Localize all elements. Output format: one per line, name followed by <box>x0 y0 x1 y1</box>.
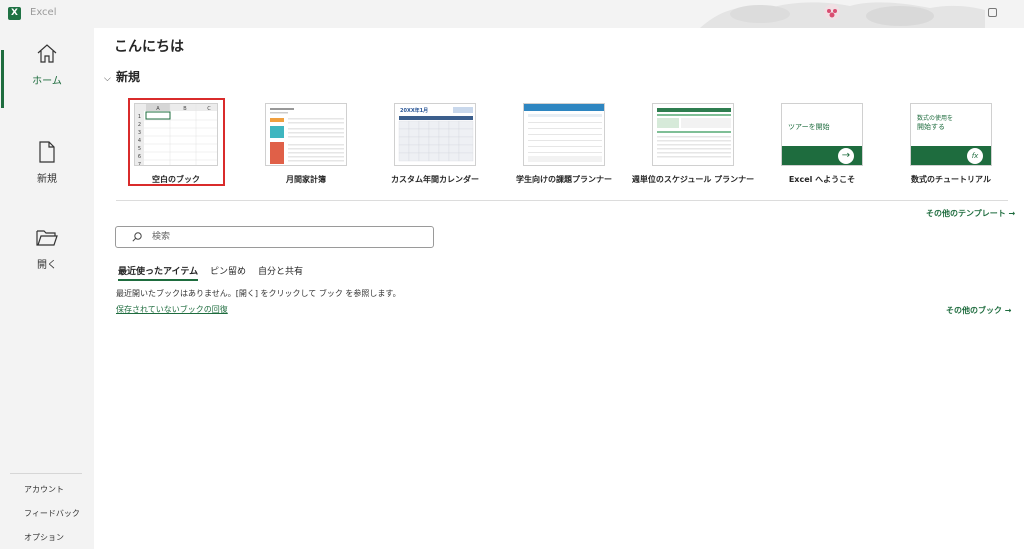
feedback-link[interactable]: フィードバック <box>24 508 80 519</box>
template-thumbnail: 数式の使用を 開始する fx <box>910 103 992 166</box>
template-label: 数式のチュートリアル <box>911 175 991 184</box>
template-thumbnail: ツアーを開始 → <box>781 103 863 166</box>
template-student-planner[interactable]: 学生向けの課題プランナー <box>502 100 612 190</box>
empty-recent-message: 最近開いたブックはありません。[開く] をクリックして ブック を参照します。 <box>116 289 401 298</box>
restore-window-button[interactable] <box>988 8 997 17</box>
template-thumbnail <box>265 103 347 166</box>
row-header: 3 <box>138 130 141 136</box>
template-thumbnail: 20XX年1月 <box>394 103 476 166</box>
sidebar-item-new[interactable]: 新規 <box>0 140 94 210</box>
template-thumbnail <box>652 103 734 166</box>
sidebar-item-open[interactable]: 開く <box>0 226 94 296</box>
section-title: 新規 <box>116 70 141 84</box>
template-label: 週単位のスケジュール プランナー <box>631 175 755 184</box>
search-icon <box>132 232 142 242</box>
home-icon <box>37 44 57 63</box>
template-monthly-budget[interactable]: 月間家計簿 <box>244 100 354 190</box>
template-label: 学生向けの課題プランナー <box>516 175 612 184</box>
search-box[interactable] <box>115 226 434 248</box>
options-link[interactable]: オプション <box>24 532 64 543</box>
sidebar: ホーム 新規 開く アカウント フィードバック オプション <box>0 28 94 549</box>
template-formula-tutorial[interactable]: 数式の使用を 開始する fx 数式のチュートリアル <box>889 100 999 190</box>
open-folder-icon <box>36 230 58 246</box>
tour-thumb-text: ツアーを開始 <box>788 123 830 131</box>
title-bar-artwork <box>700 2 985 28</box>
excel-logo-icon: X <box>8 7 21 20</box>
sidebar-item-label: 新規 <box>37 174 57 185</box>
col-header-b: B <box>183 106 187 112</box>
sidebar-divider <box>10 473 82 474</box>
main-content: こんにちは ⌵ 新規 A B C 1 2 3 4 5 6 7 空白のブック 月間家計簿 20… <box>94 28 1024 549</box>
calendar-thumb-title: 20XX年1月 <box>400 107 428 114</box>
tab-shared-with-me[interactable]: 自分と共有 <box>258 264 303 277</box>
row-header: 7 <box>138 162 141 166</box>
sidebar-item-label: ホーム <box>32 76 62 87</box>
new-section-header[interactable]: ⌵ 新規 <box>104 68 140 85</box>
more-books-link[interactable]: その他のブック → <box>946 305 1012 316</box>
template-welcome-to-excel[interactable]: ツアーを開始 → Excel へようこそ <box>760 100 870 190</box>
title-bar: X Excel <box>0 0 1024 28</box>
account-link[interactable]: アカウント <box>24 484 64 495</box>
formula-thumb-text-1: 数式の使用を <box>917 115 954 122</box>
new-document-icon <box>39 141 55 163</box>
template-label: 月間家計簿 <box>286 175 326 184</box>
function-icon: fx <box>967 148 983 164</box>
more-templates-link[interactable]: その他のテンプレート → <box>926 208 1015 219</box>
col-header-a: A <box>156 106 160 112</box>
section-divider <box>116 200 1008 201</box>
template-thumbnail: A B C 1 2 3 4 5 6 7 <box>134 103 218 166</box>
arrow-right-icon: → <box>838 148 854 164</box>
template-weekly-schedule[interactable]: 週単位のスケジュール プランナー <box>631 100 754 190</box>
recover-unsaved-link[interactable]: 保存されていないブックの回復 <box>116 304 228 315</box>
row-header: 6 <box>138 154 141 160</box>
formula-thumb-text-2: 開始する <box>917 123 945 131</box>
col-header-c: C <box>207 106 211 112</box>
app-title: Excel <box>30 7 57 18</box>
row-header: 2 <box>138 122 141 128</box>
template-custom-calendar[interactable]: 20XX年1月 カスタム年間カレンダー <box>373 100 483 190</box>
tab-pinned[interactable]: ピン留め <box>210 264 246 277</box>
chevron-down-icon: ⌵ <box>104 74 111 84</box>
sidebar-item-label: 開く <box>37 260 57 271</box>
template-blank-workbook[interactable]: A B C 1 2 3 4 5 6 7 空白のブック <box>108 98 225 190</box>
sidebar-item-home[interactable]: ホーム <box>0 42 94 112</box>
blank-grid-preview: A B C 1 2 3 4 5 6 7 <box>135 104 217 166</box>
template-label: カスタム年間カレンダー <box>391 175 479 184</box>
search-input[interactable] <box>152 229 422 245</box>
row-header: 5 <box>138 146 141 152</box>
active-indicator <box>1 50 4 108</box>
row-header: 1 <box>138 114 141 120</box>
template-label: 空白のブック <box>152 175 200 184</box>
template-label: Excel へようこそ <box>788 175 856 184</box>
template-thumbnail <box>523 103 605 166</box>
row-header: 4 <box>138 138 141 144</box>
tab-recent[interactable]: 最近使ったアイテム <box>118 264 199 281</box>
page-title: こんにちは <box>114 39 184 55</box>
